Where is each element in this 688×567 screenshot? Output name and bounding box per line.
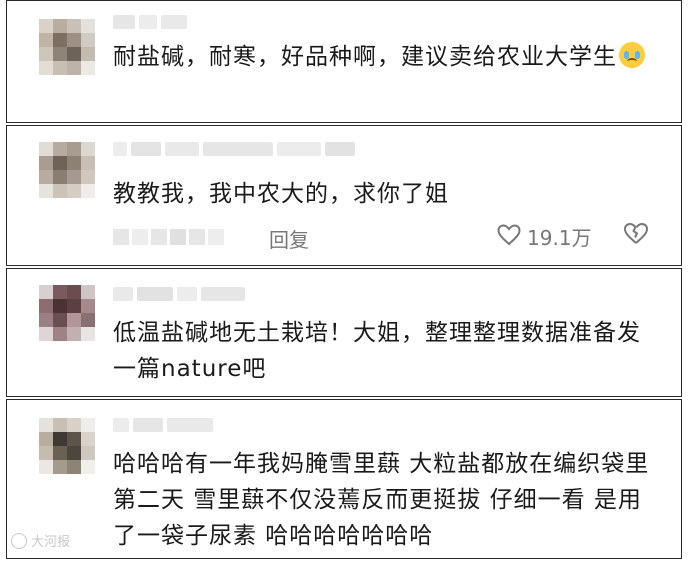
avatar-blurred[interactable] — [39, 142, 95, 198]
username-blurred[interactable] — [113, 142, 359, 164]
broken-heart-icon — [623, 223, 649, 250]
avatar-blurred[interactable] — [39, 418, 95, 474]
comment-text: 教教我，我中农大的，求你了姐 — [113, 181, 449, 207]
comment-card: 哈哈哈有一年我妈腌雪里蕻 大粒盐都放在编织袋里 第二天 雪里蕻不仅没蔫反而更挺拔… — [6, 399, 682, 559]
comment-actions: 回复 19.1万 — [113, 222, 661, 252]
watermark: 大河报 — [11, 531, 70, 550]
comment-card: 教教我，我中农大的，求你了姐 回复 19.1万 — [6, 125, 682, 266]
username-blurred[interactable] — [113, 287, 249, 309]
watermark-logo-icon — [11, 532, 27, 549]
like-button[interactable]: 19.1万 — [497, 222, 592, 251]
comment-text: 低温盐碱地无土栽培！大姐，整理整理数据准备发一篇nature吧 — [113, 320, 641, 382]
comment-text: 耐盐碱，耐寒，好品种啊，建议卖给农业大学生 — [113, 39, 661, 75]
crying-face-emoji — [619, 42, 645, 68]
heart-icon — [497, 223, 521, 250]
username-blurred[interactable] — [113, 418, 217, 440]
avatar-blurred[interactable] — [39, 285, 95, 341]
dislike-button[interactable] — [623, 222, 649, 250]
timestamp-blurred — [113, 229, 227, 245]
reply-button[interactable]: 回复 — [269, 224, 309, 253]
like-count: 19.1万 — [527, 226, 592, 250]
comment-card: 低温盐碱地无土栽培！大姐，整理整理数据准备发一篇nature吧 — [6, 268, 682, 397]
avatar-blurred[interactable] — [39, 19, 95, 75]
comment-card: 耐盐碱，耐寒，好品种啊，建议卖给农业大学生 — [6, 0, 682, 123]
comment-text: 哈哈哈有一年我妈腌雪里蕻 大粒盐都放在编织袋里 第二天 雪里蕻不仅没蔫反而更挺拔… — [113, 451, 650, 549]
username-blurred[interactable] — [113, 15, 191, 37]
